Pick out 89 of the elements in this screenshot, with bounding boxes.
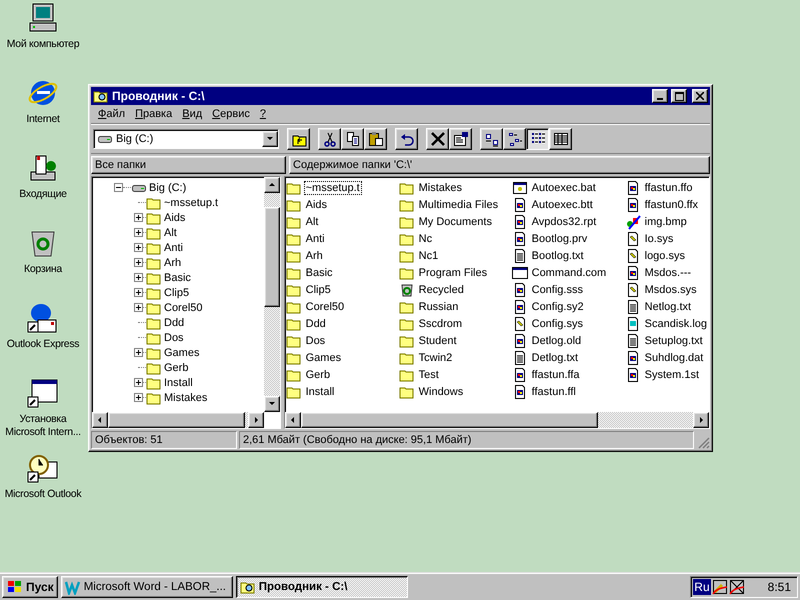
file-item[interactable]: ffastun0.ffx xyxy=(642,198,700,212)
file-item[interactable]: Basic xyxy=(304,266,335,280)
file-item[interactable]: Setuplog.txt xyxy=(642,334,705,348)
file-item[interactable]: Program Files xyxy=(416,266,490,280)
file-item[interactable]: Recycled xyxy=(416,282,466,296)
desktop-icon-label[interactable]: Outlook Express xyxy=(6,338,80,351)
file-item[interactable]: Bootlog.txt xyxy=(530,248,586,262)
taskbar-button[interactable]: Проводник - C:\ xyxy=(236,576,408,598)
file-item[interactable]: Config.sy2 xyxy=(530,300,586,314)
file-item[interactable]: Gerb xyxy=(304,368,332,382)
desktop-icon-label[interactable]: Установка Microsoft Intern... xyxy=(0,413,86,439)
file-item[interactable]: ~mssetup.t xyxy=(304,180,362,194)
file-item[interactable]: Nc1 xyxy=(416,248,440,262)
file-item[interactable]: img.bmp xyxy=(642,214,689,228)
file-item[interactable]: Install xyxy=(304,384,336,398)
pane-header: Все папки xyxy=(91,156,286,174)
file-item[interactable]: Ddd xyxy=(304,316,328,330)
file-item[interactable]: logo.sys xyxy=(642,248,687,262)
file-item[interactable]: Dos xyxy=(304,334,328,348)
file-item[interactable]: Windows xyxy=(416,384,466,398)
file-item[interactable]: ffastun.ffo xyxy=(642,180,695,194)
tree-item[interactable]: Big (C:) xyxy=(147,182,188,194)
file-item[interactable]: Russian xyxy=(416,300,460,314)
tree-item[interactable]: Anti xyxy=(162,242,185,254)
drive-dropdown[interactable]: Big (C:) xyxy=(93,128,279,148)
tree-item[interactable]: Gerb xyxy=(162,362,190,374)
file-item[interactable]: Aids xyxy=(304,198,330,212)
file-item[interactable]: Corel50 xyxy=(304,300,346,314)
file-item[interactable]: ffastun.ffa xyxy=(530,368,582,382)
file-item[interactable]: Autoexec.bat xyxy=(530,180,598,194)
tree-item[interactable]: Ddd xyxy=(162,316,186,328)
file-item[interactable]: Alt xyxy=(304,214,320,228)
file-item[interactable]: Arh xyxy=(304,248,325,262)
file-item[interactable]: Tcwin2 xyxy=(416,350,454,364)
menu-item[interactable]: Вид xyxy=(177,108,208,120)
window-title: Проводник - C:\ xyxy=(112,89,206,103)
menu-item[interactable]: Правка xyxy=(130,108,178,120)
file-item[interactable]: Netlog.txt xyxy=(642,300,694,314)
tree-item[interactable]: Clip5 xyxy=(162,286,192,298)
file-item[interactable]: Scandisk.log xyxy=(642,316,709,330)
pane-header: Содержимое папки 'C:\' xyxy=(289,156,710,174)
file-item[interactable]: Mistakes xyxy=(416,180,464,194)
file-item[interactable]: Msdos.--- xyxy=(642,266,694,280)
tree-item[interactable]: Aids xyxy=(162,212,188,224)
taskbar-button[interactable]: Microsoft Word - LABOR_... xyxy=(60,576,233,598)
file-item[interactable]: System.1st xyxy=(642,368,702,382)
status-text: Объектов: 51 xyxy=(91,431,237,449)
file-item[interactable]: Io.sys xyxy=(642,232,676,246)
file-item[interactable]: Clip5 xyxy=(304,282,333,296)
file-item[interactable]: Avpdos32.rpt xyxy=(530,214,598,228)
file-item[interactable]: Anti xyxy=(304,232,327,246)
file-item[interactable]: Suhdlog.dat xyxy=(642,350,706,364)
file-item[interactable]: Sscdrom xyxy=(416,316,464,330)
language-indicator[interactable]: Ru xyxy=(693,578,711,594)
tree-item[interactable]: Games xyxy=(162,346,202,358)
file-item[interactable]: Detlog.old xyxy=(530,334,584,348)
file-item[interactable]: Bootlog.prv xyxy=(530,232,590,246)
tree-item[interactable]: Install xyxy=(162,376,195,388)
tree-item[interactable]: Corel50 xyxy=(162,302,205,314)
file-item[interactable]: Multimedia Files xyxy=(416,198,500,212)
file-item[interactable]: Config.sys xyxy=(530,316,585,330)
tree-item[interactable]: Dos xyxy=(162,332,186,344)
tree-item[interactable]: Mistakes xyxy=(162,392,210,404)
menu-item[interactable]: Файл xyxy=(93,108,130,120)
file-item[interactable]: Config.sss xyxy=(530,282,585,296)
file-item[interactable]: Games xyxy=(304,350,344,364)
file-item[interactable]: Command.com xyxy=(530,266,608,280)
desktop-icon-label[interactable]: Входящие xyxy=(19,188,67,201)
desktop-icon-label[interactable]: Мой компьютер xyxy=(6,38,80,51)
clock: 8:51 xyxy=(768,580,791,594)
file-item[interactable]: Msdos.sys xyxy=(642,282,699,296)
file-item[interactable]: Student xyxy=(416,334,459,348)
start-button[interactable]: Пуск xyxy=(2,576,58,598)
menu-item[interactable]: Сервис xyxy=(207,108,255,120)
file-item[interactable]: Nc xyxy=(416,232,434,246)
file-item[interactable]: My Documents xyxy=(416,214,494,228)
tree-item[interactable]: Arh xyxy=(162,256,184,268)
desktop-icon-label[interactable]: Microsoft Outlook xyxy=(4,488,82,501)
status-text: 2,61 Мбайт (Свободно на диске: 95,1 Мбайт) xyxy=(239,431,694,449)
file-item[interactable]: Detlog.txt xyxy=(530,350,580,364)
menu-item[interactable]: ? xyxy=(254,108,271,120)
file-item[interactable]: ffastun.ffl xyxy=(530,384,578,398)
tree-item[interactable]: ~mssetup.t xyxy=(162,196,220,208)
tree-item[interactable]: Alt xyxy=(162,226,179,238)
file-item[interactable]: Test xyxy=(416,368,441,382)
tree-item[interactable]: Basic xyxy=(162,272,193,284)
desktop-icon-label[interactable]: Internet xyxy=(26,113,60,126)
desktop-icon-label[interactable]: Корзина xyxy=(24,263,62,276)
file-item[interactable]: Autoexec.btt xyxy=(530,198,595,212)
